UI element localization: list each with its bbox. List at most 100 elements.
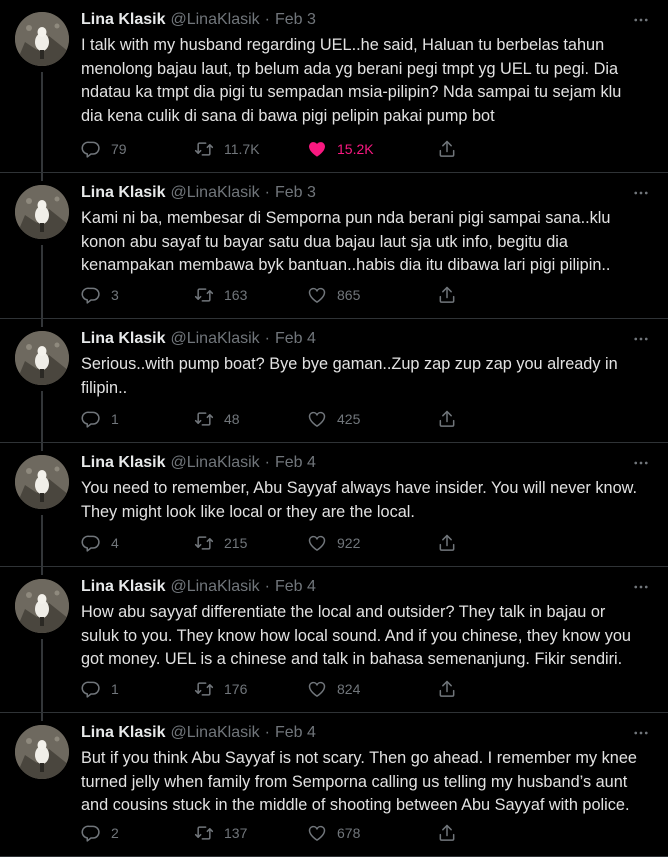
tweet-date[interactable]: Feb 3 bbox=[275, 11, 316, 29]
more-icon[interactable] bbox=[629, 181, 653, 205]
retweet-count: 48 bbox=[224, 411, 240, 427]
tweet-text-line: Serious..with pump boat? Bye bye gaman..… bbox=[81, 355, 618, 373]
retweet-button[interactable]: 137 bbox=[194, 821, 247, 845]
thread-connector bbox=[41, 319, 43, 327]
author-name[interactable]: Lina Klasik bbox=[81, 184, 165, 202]
tweet-text: I talk with my husband regarding UEL..he… bbox=[81, 34, 653, 128]
author-handle[interactable]: @LinaKlasik bbox=[170, 184, 259, 202]
retweet-icon bbox=[194, 285, 214, 305]
tweet-header: Lina Klasik @LinaKlasik · Feb 3 bbox=[81, 8, 653, 32]
avatar[interactable] bbox=[15, 579, 69, 633]
share-button[interactable] bbox=[437, 137, 457, 161]
reply-icon bbox=[81, 533, 101, 553]
retweet-count: 137 bbox=[224, 825, 248, 841]
like-button[interactable]: 15.2K bbox=[307, 137, 374, 161]
author-handle[interactable]: @LinaKlasik bbox=[170, 11, 259, 29]
author-name[interactable]: Lina Klasik bbox=[81, 11, 165, 29]
more-icon[interactable] bbox=[629, 575, 653, 599]
reply-icon bbox=[81, 823, 101, 843]
tweet-date[interactable]: Feb 4 bbox=[275, 578, 316, 596]
author-name[interactable]: Lina Klasik bbox=[81, 330, 165, 348]
reply-count: 79 bbox=[111, 141, 127, 157]
author-name[interactable]: Lina Klasik bbox=[81, 578, 165, 596]
tweet-text-line: turned jelly when family from Semporna c… bbox=[81, 772, 628, 791]
reply-button[interactable]: 3 bbox=[81, 283, 119, 307]
tweet-text-line: I talk with my husband regarding UEL..he… bbox=[81, 36, 605, 54]
avatar[interactable] bbox=[15, 725, 69, 779]
retweet-icon bbox=[194, 409, 214, 429]
like-button[interactable]: 824 bbox=[307, 677, 360, 701]
reply-button[interactable]: 79 bbox=[81, 137, 127, 161]
share-button[interactable] bbox=[437, 283, 457, 307]
retweet-button[interactable]: 215 bbox=[194, 531, 247, 555]
retweet-button[interactable]: 176 bbox=[194, 677, 247, 701]
retweet-button[interactable]: 11.7K bbox=[194, 137, 260, 161]
avatar[interactable] bbox=[15, 331, 69, 385]
more-icon[interactable] bbox=[629, 8, 653, 32]
tweet-date[interactable]: Feb 3 bbox=[275, 184, 316, 202]
tweet-date[interactable]: Feb 4 bbox=[275, 454, 316, 472]
tweet-content: Lina Klasik @LinaKlasik · Feb 4 But if you t… bbox=[81, 721, 653, 818]
like-button[interactable]: 922 bbox=[307, 531, 360, 555]
separator: · bbox=[264, 724, 270, 741]
tweet-header: Lina Klasik @LinaKlasik · Feb 4 bbox=[81, 327, 653, 351]
tweet-text: But if you think Abu Sayyaf is not scary… bbox=[81, 747, 653, 818]
tweet[interactable]: Lina Klasik @LinaKlasik · Feb 3 Kami ni ba, … bbox=[0, 173, 668, 323]
share-icon bbox=[437, 409, 457, 429]
avatar[interactable] bbox=[15, 185, 69, 239]
like-button[interactable]: 678 bbox=[307, 821, 360, 845]
tweet-header: Lina Klasik @LinaKlasik · Feb 4 bbox=[81, 451, 653, 475]
share-button[interactable] bbox=[437, 677, 457, 701]
tweet-content: Lina Klasik @LinaKlasik · Feb 3 I talk with … bbox=[81, 8, 653, 128]
tweet-actions: 1 176 824 bbox=[81, 677, 551, 701]
tweet-date[interactable]: Feb 4 bbox=[275, 724, 316, 742]
author-handle[interactable]: @LinaKlasik bbox=[170, 578, 259, 596]
tweet-text: Kami ni ba, membesar di Semporna pun nda… bbox=[81, 207, 653, 278]
like-count: 922 bbox=[337, 535, 361, 551]
retweet-button[interactable]: 163 bbox=[194, 283, 247, 307]
like-button[interactable]: 425 bbox=[307, 407, 360, 431]
reply-count: 4 bbox=[111, 535, 119, 551]
reply-button[interactable]: 1 bbox=[81, 677, 119, 701]
tweet-content: Lina Klasik @LinaKlasik · Feb 4 How abu sayy… bbox=[81, 575, 653, 672]
reply-button[interactable]: 2 bbox=[81, 821, 119, 845]
tweet[interactable]: Lina Klasik @LinaKlasik · Feb 4 Serious..wit… bbox=[0, 319, 668, 447]
thread-connector bbox=[41, 515, 43, 571]
tweet[interactable]: Lina Klasik @LinaKlasik · Feb 4 You need to … bbox=[0, 443, 668, 571]
tweet[interactable]: Lina Klasik @LinaKlasik · Feb 3 I talk with … bbox=[0, 0, 668, 177]
author-handle[interactable]: @LinaKlasik bbox=[170, 454, 259, 472]
tweet-content: Lina Klasik @LinaKlasik · Feb 4 Serious..wit… bbox=[81, 327, 653, 400]
tweet-text-line: and cousins stuck in the middle of shoot… bbox=[81, 796, 630, 814]
avatar[interactable] bbox=[15, 12, 69, 66]
tweet-header: Lina Klasik @LinaKlasik · Feb 4 bbox=[81, 721, 653, 745]
avatar[interactable] bbox=[15, 455, 69, 509]
tweet-text-line: konon abu sayaf tu bayar satu dua bajau … bbox=[81, 232, 568, 251]
thread-connector bbox=[41, 173, 43, 181]
reply-count: 3 bbox=[111, 287, 119, 303]
reply-button[interactable]: 4 bbox=[81, 531, 119, 555]
retweet-count: 11.7K bbox=[224, 141, 260, 157]
separator: · bbox=[264, 578, 270, 595]
reply-button[interactable]: 1 bbox=[81, 407, 119, 431]
retweet-icon bbox=[194, 823, 214, 843]
author-name[interactable]: Lina Klasik bbox=[81, 724, 165, 742]
heart-icon bbox=[307, 533, 327, 553]
more-icon[interactable] bbox=[629, 721, 653, 745]
tweet[interactable]: Lina Klasik @LinaKlasik · Feb 4 How abu sayy… bbox=[0, 567, 668, 717]
like-button[interactable]: 865 bbox=[307, 283, 360, 307]
author-handle[interactable]: @LinaKlasik bbox=[170, 330, 259, 348]
author-name[interactable]: Lina Klasik bbox=[81, 454, 165, 472]
author-handle[interactable]: @LinaKlasik bbox=[170, 724, 259, 742]
share-button[interactable] bbox=[437, 407, 457, 431]
more-icon[interactable] bbox=[629, 327, 653, 351]
share-button[interactable] bbox=[437, 531, 457, 555]
retweet-icon bbox=[194, 139, 214, 159]
retweet-button[interactable]: 48 bbox=[194, 407, 240, 431]
more-icon[interactable] bbox=[629, 451, 653, 475]
share-button[interactable] bbox=[437, 821, 457, 845]
tweet-date[interactable]: Feb 4 bbox=[275, 330, 316, 348]
retweet-count: 163 bbox=[224, 287, 248, 303]
separator: · bbox=[264, 11, 270, 28]
tweet[interactable]: Lina Klasik @LinaKlasik · Feb 4 But if you t… bbox=[0, 713, 668, 857]
tweet-text: How abu sayyaf differentiate the local a… bbox=[81, 601, 653, 672]
